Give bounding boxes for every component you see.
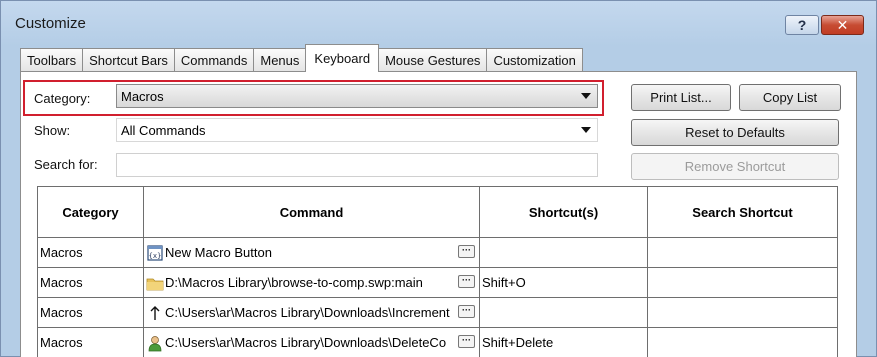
category-cell: Macros <box>37 267 144 298</box>
category-select-value: Macros <box>121 88 164 104</box>
tab-commands[interactable]: Commands <box>173 48 255 72</box>
show-label: Show: <box>34 123 71 138</box>
command-cell: C:\Users\ar\Macros Library\Downloads\Inc… <box>143 297 480 328</box>
macro-button-icon: {x} <box>147 244 163 261</box>
category-select[interactable]: Macros <box>116 84 598 108</box>
shortcut-cell[interactable] <box>479 237 648 268</box>
shortcut-cell[interactable] <box>479 297 648 328</box>
table-row[interactable]: Macros {x} New Macro Button ··· <box>37 237 838 268</box>
close-button[interactable]: ✕ <box>821 15 864 35</box>
search-shortcut-cell[interactable] <box>647 267 838 298</box>
customize-dialog: Customize ? ✕ Toolbars Shortcut Bars Com… <box>0 0 877 357</box>
edit-ellipsis-button[interactable]: ··· <box>458 245 475 258</box>
tab-strip: Toolbars Shortcut Bars Commands Menus Ke… <box>20 44 583 72</box>
command-cell: D:\Macros Library\browse-to-comp.swp:mai… <box>143 267 480 298</box>
print-list-button[interactable]: Print List... <box>631 84 731 111</box>
window-title: Customize <box>15 15 86 32</box>
column-header-category[interactable]: Category <box>37 186 144 238</box>
reset-to-defaults-button[interactable]: Reset to Defaults <box>631 119 839 146</box>
chevron-down-icon <box>581 127 591 133</box>
search-shortcut-cell[interactable] <box>647 327 838 357</box>
edit-ellipsis-button[interactable]: ··· <box>458 335 475 348</box>
search-label: Search for: <box>34 157 98 172</box>
shortcut-cell[interactable]: Shift+Delete <box>479 327 648 357</box>
folder-icon <box>146 278 164 290</box>
category-cell: Macros <box>37 237 144 268</box>
column-header-shortcuts[interactable]: Shortcut(s) <box>479 186 648 238</box>
command-cell: C:\Users\ar\Macros Library\Downloads\Del… <box>143 327 480 357</box>
category-cell: Macros <box>37 297 144 328</box>
command-text: New Macro Button <box>165 245 272 260</box>
table-row[interactable]: Macros D:\Macros Library\browse-to-comp.… <box>37 267 838 298</box>
table-row[interactable]: Macros C:\Users\ar\Macros Library\Downlo… <box>37 327 838 357</box>
arrow-up-icon <box>150 305 160 320</box>
svg-text:{x}: {x} <box>149 252 162 260</box>
person-icon <box>148 335 162 351</box>
command-text: C:\Users\ar\Macros Library\Downloads\Inc… <box>165 305 450 320</box>
chevron-down-icon <box>581 93 591 99</box>
command-text: C:\Users\ar\Macros Library\Downloads\Del… <box>165 335 447 350</box>
title-bar[interactable]: Customize ? ✕ <box>1 1 877 41</box>
tab-toolbars[interactable]: Toolbars <box>20 48 84 72</box>
command-cell: {x} New Macro Button ··· <box>143 237 480 268</box>
column-header-command[interactable]: Command <box>143 186 480 238</box>
tab-shortcut-bars[interactable]: Shortcut Bars <box>82 48 175 72</box>
table-row[interactable]: Macros C:\Users\ar\Macros Library\Downlo… <box>37 297 838 328</box>
category-label: Category: <box>34 91 91 106</box>
table-header-row: Category Command Shortcut(s) Search Shor… <box>37 186 838 238</box>
tab-customization[interactable]: Customization <box>486 48 583 72</box>
tab-mouse-gestures[interactable]: Mouse Gestures <box>378 48 488 72</box>
edit-ellipsis-button[interactable]: ··· <box>458 305 475 318</box>
search-shortcut-cell[interactable] <box>647 237 838 268</box>
search-shortcut-cell[interactable] <box>647 297 838 328</box>
remove-shortcut-button: Remove Shortcut <box>631 153 839 180</box>
command-text: D:\Macros Library\browse-to-comp.swp:mai… <box>165 275 423 290</box>
category-cell: Macros <box>37 327 144 357</box>
show-select[interactable]: All Commands <box>116 118 598 142</box>
shortcut-cell[interactable]: Shift+O <box>479 267 648 298</box>
tab-menus[interactable]: Menus <box>253 48 307 72</box>
copy-list-button[interactable]: Copy List <box>739 84 841 111</box>
column-header-search-shortcut[interactable]: Search Shortcut <box>647 186 838 238</box>
shortcut-table: Category Command Shortcut(s) Search Shor… <box>37 186 838 357</box>
show-select-value: All Commands <box>121 122 206 138</box>
search-input[interactable] <box>116 153 598 177</box>
help-button[interactable]: ? <box>785 15 819 35</box>
tab-keyboard[interactable]: Keyboard <box>305 44 380 72</box>
edit-ellipsis-button[interactable]: ··· <box>458 275 475 288</box>
